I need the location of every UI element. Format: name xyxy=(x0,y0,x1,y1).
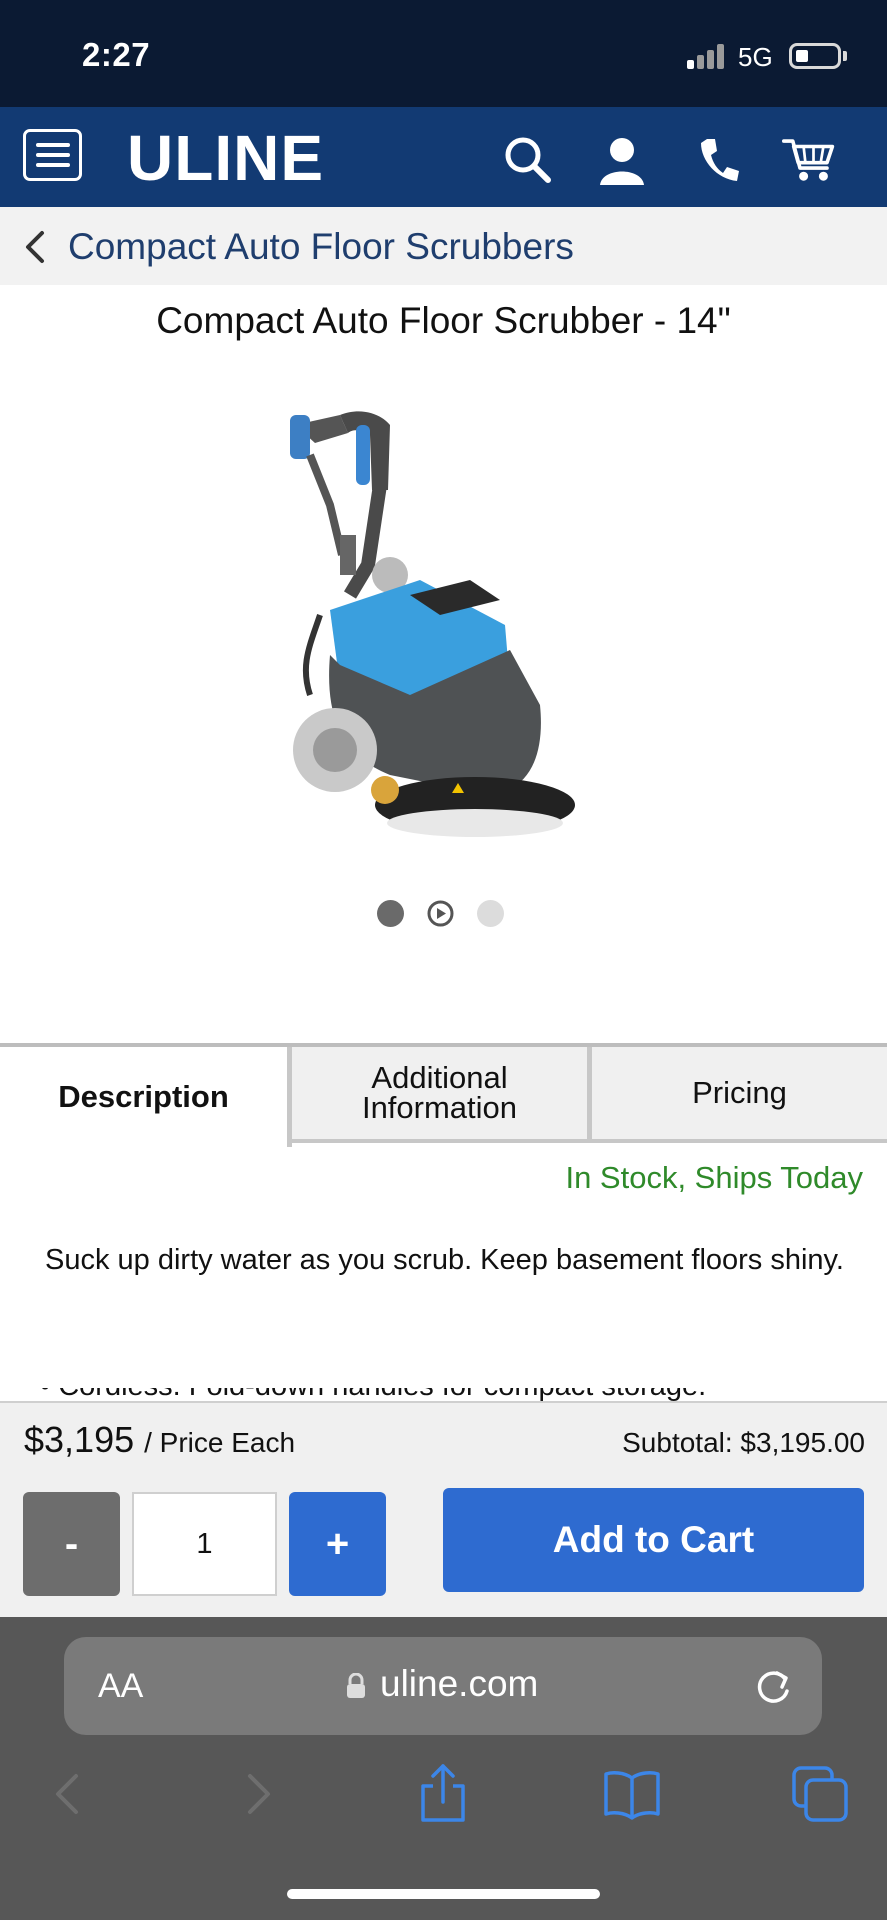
carousel-indicators xyxy=(0,900,887,930)
uline-logo[interactable]: ULINE xyxy=(127,121,324,195)
product-title: Compact Auto Floor Scrubber - 14" xyxy=(156,300,731,341)
account-icon[interactable] xyxy=(595,133,649,187)
bullet-text: Cordless. Fold-down handles for compact … xyxy=(58,1388,706,1402)
price-value: $3,195 xyxy=(24,1419,135,1460)
tab-additional-information-label: Additional Information xyxy=(361,1060,518,1125)
site-header: ULINE xyxy=(0,107,887,207)
bookmarks-icon[interactable] xyxy=(600,1762,664,1826)
unit-price: $3,195 / Price Each xyxy=(24,1419,295,1461)
subtotal: Subtotal: $3,195.00 xyxy=(622,1427,865,1458)
share-icon[interactable] xyxy=(411,1762,475,1826)
add-to-cart-button[interactable]: Add to Cart xyxy=(443,1488,864,1592)
description-bullet-partial: • Cordless. Fold-down handles for compac… xyxy=(40,1388,840,1402)
quantity-increase-button[interactable]: + xyxy=(289,1492,386,1596)
cart-icon[interactable] xyxy=(782,133,836,187)
tabs-icon[interactable] xyxy=(788,1762,852,1826)
add-to-cart-bar: $3,195 / Price Each Subtotal: $3,195.00 … xyxy=(0,1401,887,1617)
address-bar[interactable]: AA uline.com xyxy=(64,1637,822,1735)
network-type: 5G xyxy=(738,42,773,72)
url-text[interactable]: uline.com xyxy=(380,1663,538,1705)
battery-tip xyxy=(843,51,847,61)
reload-icon[interactable] xyxy=(751,1665,795,1709)
home-indicator xyxy=(287,1889,600,1899)
breadcrumb-link[interactable]: Compact Auto Floor Scrubbers xyxy=(68,226,574,268)
chevron-left-icon[interactable] xyxy=(20,229,50,265)
battery-icon xyxy=(789,43,841,69)
status-bar: 2:27 5G xyxy=(0,0,887,107)
product-tabs: Description Additional Information Prici… xyxy=(0,1043,887,1147)
quantity-decrease-button[interactable]: - xyxy=(23,1492,120,1596)
price-unit: / Price Each xyxy=(144,1427,296,1458)
phone-icon[interactable] xyxy=(693,133,747,187)
status-time: 2:27 xyxy=(82,36,151,73)
carousel-dot-image[interactable] xyxy=(377,900,404,927)
stock-status: In Stock, Ships Today xyxy=(565,1160,863,1195)
menu-icon[interactable] xyxy=(23,129,82,181)
signal-icon xyxy=(687,43,727,69)
product-image[interactable] xyxy=(270,395,640,855)
reader-settings-button[interactable]: AA xyxy=(98,1667,143,1706)
carousel-video-icon[interactable] xyxy=(427,900,454,927)
quantity-input[interactable]: 1 xyxy=(132,1492,277,1596)
tab-description[interactable]: Description xyxy=(0,1047,292,1147)
search-icon[interactable] xyxy=(501,133,555,187)
product-description: Suck up dirty water as you scrub. Keep b… xyxy=(45,1244,844,1276)
lock-icon xyxy=(347,1673,365,1698)
breadcrumb[interactable]: Compact Auto Floor Scrubbers xyxy=(0,207,887,285)
tab-pricing[interactable]: Pricing xyxy=(592,1047,887,1143)
carousel-dot-image-2[interactable] xyxy=(477,900,504,927)
browser-toolbar: AA uline.com xyxy=(0,1617,887,1920)
back-icon[interactable] xyxy=(36,1762,100,1826)
forward-icon[interactable] xyxy=(226,1762,290,1826)
tab-additional-information[interactable]: Additional Information xyxy=(292,1047,592,1143)
